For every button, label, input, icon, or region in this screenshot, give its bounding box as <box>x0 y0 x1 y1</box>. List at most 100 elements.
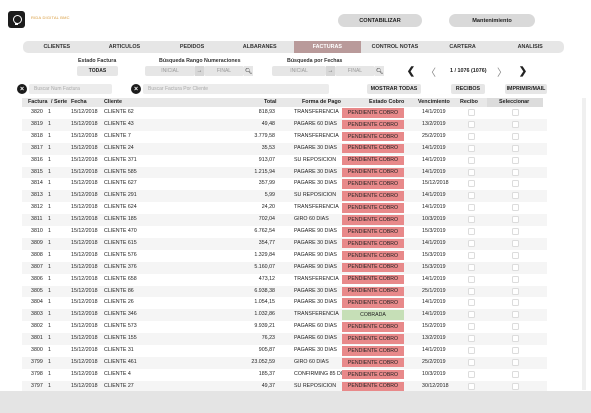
seleccionar-checkbox[interactable] <box>512 335 519 343</box>
recibo-checkbox[interactable] <box>468 335 475 343</box>
tab-cartera[interactable]: CARTERA <box>429 41 497 53</box>
seleccionar-checkbox[interactable] <box>512 347 519 354</box>
seleccionar-checkbox[interactable] <box>512 132 519 140</box>
col-recibo[interactable]: Recibo <box>460 99 478 105</box>
col-forma-pago[interactable]: Forma de Pago <box>302 99 341 105</box>
seleccionar-checkbox[interactable] <box>512 144 519 152</box>
seleccionar-checkbox[interactable] <box>512 370 519 378</box>
seleccionar-checkbox[interactable] <box>512 204 519 212</box>
seleccionar-checkbox[interactable] <box>512 109 519 116</box>
table-row[interactable]: 3812 1 15/12/2018 CLIENTE 624 TRANSFERENCIA 1… <box>22 202 547 214</box>
tab-clientes[interactable]: CLIENTES <box>23 41 91 53</box>
table-row[interactable]: 3802 1 15/12/2018 CLIENTE 573 PAGARE 60 DIAS… <box>22 321 547 333</box>
num-factura-search-input[interactable]: Buscar Num Factura <box>29 84 112 94</box>
mostrar-todas-button[interactable]: MOSTRAR TODAS <box>367 84 421 94</box>
col-total[interactable]: Total <box>264 99 276 105</box>
fecha-inicial-input[interactable]: INICIAL <box>272 66 326 76</box>
recibo-checkbox[interactable] <box>468 216 475 224</box>
seleccionar-checkbox[interactable] <box>512 263 519 271</box>
table-row[interactable]: 3797 1 15/12/2018 CLIENTE 27 SU REPOSICION 30… <box>22 380 547 391</box>
table-row[interactable]: 3807 1 15/12/2018 CLIENTE 376 PAGARE 90 DIAS… <box>22 261 547 274</box>
seleccionar-checkbox[interactable] <box>512 275 519 283</box>
tab-pedidos[interactable]: PEDIDOS <box>158 41 226 53</box>
table-row[interactable]: 3803 1 15/12/2018 CLIENTE 346 TRANSFERENCIA 1… <box>22 309 547 322</box>
tab-albaranes[interactable]: ALBARANES <box>226 41 294 53</box>
seleccionar-checkbox[interactable] <box>512 216 519 224</box>
seleccionar-checkbox[interactable] <box>512 358 519 366</box>
seleccionar-checkbox[interactable] <box>512 228 519 235</box>
tab-analisis[interactable]: ANALISIS <box>496 41 564 53</box>
tab-facturas[interactable]: FACTURAS <box>293 41 362 53</box>
last-record-icon[interactable]: ❯ <box>516 65 530 77</box>
col-cliente[interactable]: Cliente <box>104 99 122 105</box>
seleccionar-checkbox[interactable] <box>512 239 519 247</box>
col-vencimiento[interactable]: Vencimiento <box>418 99 450 105</box>
recibo-checkbox[interactable] <box>468 347 475 354</box>
recibo-checkbox[interactable] <box>468 228 475 235</box>
table-row[interactable]: 3820 1 15/12/2018 CLIENTE 62 TRANSFERENCIA 14… <box>22 107 547 119</box>
table-row[interactable]: 3809 1 15/12/2018 CLIENTE 615 PAGARE 30 DIAS… <box>22 237 547 250</box>
table-row[interactable]: 3808 1 15/12/2018 CLIENTE 576 PAGARE 90 DIAS… <box>22 250 547 262</box>
recibo-checkbox[interactable] <box>468 287 475 295</box>
recibo-checkbox[interactable] <box>468 120 475 128</box>
table-row[interactable]: 3818 1 15/12/2018 CLIENTE 7 TRANSFERENCIA 25/… <box>22 131 547 143</box>
fecha-final-input[interactable]: FINAL <box>335 66 375 76</box>
col-estado-cobro[interactable]: Estado Cobro <box>369 99 404 105</box>
search-icon[interactable]: 🔍︎ <box>244 66 253 76</box>
seleccionar-checkbox[interactable] <box>512 299 519 307</box>
table-row[interactable]: 3814 1 15/12/2018 CLIENTE 627 PAGARE 30 DIAS… <box>22 178 547 190</box>
table-row[interactable]: 3811 1 15/12/2018 CLIENTE 185 GIRO 60 DIAS 10… <box>22 214 547 226</box>
table-row[interactable]: 3804 1 15/12/2018 CLIENTE 26 PAGARE 30 DIAS 1… <box>22 297 547 309</box>
recibo-checkbox[interactable] <box>468 358 475 366</box>
table-row[interactable]: 3805 1 15/12/2018 CLIENTE 86 PAGARE 30 DIAS 2… <box>22 285 547 298</box>
imprimir-mail-button[interactable]: IMPRIMIR/MAIL <box>505 84 547 94</box>
table-row[interactable]: 3806 1 15/12/2018 CLIENTE 658 TRANSFERENCIA 1… <box>22 274 547 286</box>
recibo-checkbox[interactable] <box>468 192 475 200</box>
rango-final-input[interactable]: FINAL <box>204 66 244 76</box>
col-serie[interactable]: / Serie <box>51 99 67 105</box>
table-row[interactable]: 3801 1 15/12/2018 CLIENTE 155 PAGARE 60 DIAS… <box>22 333 547 345</box>
seleccionar-checkbox[interactable] <box>512 168 519 176</box>
recibos-button[interactable]: RECIBOS <box>451 84 485 94</box>
table-row[interactable]: 3817 1 15/12/2018 CLIENTE 24 PAGARE 30 DIAS 1… <box>22 142 547 155</box>
table-row[interactable]: 3798 1 15/12/2018 CLIENTE 4 CONFIRMING 85 DI… <box>22 369 547 381</box>
cliente-search-input[interactable]: Buscar Factura Por Cliente <box>143 84 329 94</box>
tab-articulos[interactable]: ARTICULOS <box>91 41 159 53</box>
seleccionar-checkbox[interactable] <box>512 251 519 259</box>
tab-control-notas[interactable]: CONTROL NOTAS <box>361 41 429 53</box>
next-record-icon[interactable]: 〉 <box>495 65 509 79</box>
seleccionar-checkbox[interactable] <box>512 382 519 390</box>
recibo-checkbox[interactable] <box>468 180 475 188</box>
recibo-checkbox[interactable] <box>468 251 475 259</box>
seleccionar-checkbox[interactable] <box>512 287 519 295</box>
clear-cliente-search-icon[interactable]: × <box>131 84 141 94</box>
col-seleccionar[interactable]: Seleccionar <box>499 99 529 105</box>
recibo-checkbox[interactable] <box>468 263 475 271</box>
contabilizar-button[interactable]: CONTABILIZAR <box>338 14 422 27</box>
recibo-checkbox[interactable] <box>468 370 475 378</box>
recibo-checkbox[interactable] <box>468 311 475 319</box>
recibo-checkbox[interactable] <box>468 239 475 247</box>
table-row[interactable]: 3816 1 15/12/2018 CLIENTE 371 SU REPOSICION 1… <box>22 155 547 167</box>
table-row[interactable]: 3800 1 15/12/2018 CLIENTE 31 PAGARE 30 DIAS 1… <box>22 345 547 357</box>
recibo-checkbox[interactable] <box>468 323 475 331</box>
table-row[interactable]: 3819 1 15/12/2018 CLIENTE 43 PAGARE 60 DIAS 1… <box>22 118 547 131</box>
recibo-checkbox[interactable] <box>468 204 475 212</box>
recibo-checkbox[interactable] <box>468 382 475 390</box>
rango-inicial-input[interactable]: INICIAL <box>145 66 195 76</box>
table-row[interactable]: 3815 1 15/12/2018 CLIENTE 585 PAGARE 30 DIAS… <box>22 166 547 179</box>
seleccionar-checkbox[interactable] <box>512 156 519 164</box>
prev-record-icon[interactable]: 〈 <box>424 65 438 79</box>
recibo-checkbox[interactable] <box>468 168 475 176</box>
recibo-checkbox[interactable] <box>468 109 475 116</box>
seleccionar-checkbox[interactable] <box>512 192 519 200</box>
col-factura[interactable]: Factura <box>28 99 47 105</box>
col-fecha[interactable]: Fecha <box>71 99 87 105</box>
table-row[interactable]: 3813 1 15/12/2018 CLIENTE 291 SU REPOSICION 1… <box>22 190 547 203</box>
seleccionar-checkbox[interactable] <box>512 180 519 188</box>
mantenimiento-button[interactable]: Mantenimiento <box>449 14 535 27</box>
seleccionar-checkbox[interactable] <box>512 120 519 128</box>
recibo-checkbox[interactable] <box>468 156 475 164</box>
recibo-checkbox[interactable] <box>468 132 475 140</box>
table-row[interactable]: 3799 1 15/12/2018 CLIENTE 461 GIRO 60 DIAS 25… <box>22 356 547 369</box>
